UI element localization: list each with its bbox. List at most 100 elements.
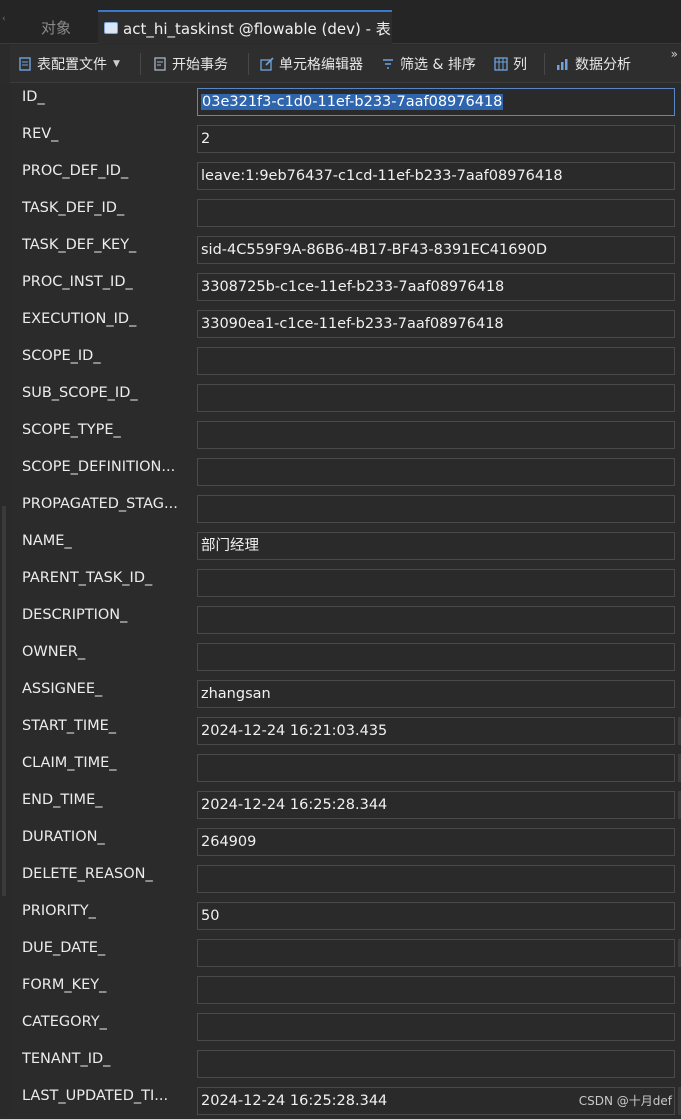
field-value-input[interactable]: 2024-12-24 16:25:28.344 <box>197 791 675 819</box>
field-label: CLAIM_TIME_ <box>22 755 117 771</box>
field-label: SCOPE_DEFINITION... <box>22 459 176 475</box>
field-value-input[interactable]: sid-4C559F9A-86B6-4B17-BF43-8391EC41690D <box>197 236 675 264</box>
field-row: SCOPE_ID_ <box>11 342 681 379</box>
table-config-label: 表配置文件 <box>37 57 107 73</box>
field-label: PRIORITY_ <box>22 903 96 919</box>
filter-sort-icon <box>383 59 393 69</box>
field-row: DURATION_ 264909 <box>11 823 681 860</box>
cell-editor-label: 单元格编辑器 <box>279 57 363 73</box>
field-row: FORM_KEY_ <box>11 971 681 1008</box>
field-row: ID_ 03e321f3-c1d0-11ef-b233-7aaf08976418 <box>11 83 681 120</box>
field-row: START_TIME_ 2024-12-24 16:21:03.435 <box>11 712 681 749</box>
pin-icon: ‹ <box>2 14 6 24</box>
edit-icon <box>260 57 274 71</box>
field-value-input[interactable] <box>197 1050 675 1078</box>
field-value-input[interactable]: 264909 <box>197 828 675 856</box>
field-value-input[interactable]: leave:1:9eb76437-c1cd-11ef-b233-7aaf0897… <box>197 162 675 190</box>
tab-bar: ‹ 对象 act_hi_taskinst @flowable (dev) - 表 <box>0 0 681 44</box>
tab-table-label: act_hi_taskinst @flowable (dev) - 表 <box>123 19 391 38</box>
field-label: PROC_DEF_ID_ <box>22 163 129 179</box>
table-icon <box>104 22 118 34</box>
tab-objects[interactable]: 对象 <box>16 10 96 44</box>
field-row: DELETE_REASON_ <box>11 860 681 897</box>
field-row: PROC_INST_ID_ 3308725b-c1ce-11ef-b233-7aa… <box>11 268 681 305</box>
begin-transaction-button[interactable]: 开始事务 <box>153 54 228 74</box>
field-value-input[interactable] <box>197 643 675 671</box>
more-overflow-icon[interactable]: » <box>671 47 678 61</box>
field-row: TASK_DEF_KEY_ sid-4C559F9A-86B6-4B17-BF43… <box>11 231 681 268</box>
field-value-input[interactable]: 2 <box>197 125 675 153</box>
field-label: START_TIME_ <box>22 718 117 734</box>
filter-sort-label: 筛选 & 排序 <box>400 57 476 73</box>
field-label: SUB_SCOPE_ID_ <box>22 385 138 401</box>
field-row: PROPAGATED_STAG... <box>11 490 681 527</box>
field-value-input[interactable]: 03e321f3-c1d0-11ef-b233-7aaf08976418 <box>197 88 675 116</box>
field-value-input[interactable]: 部门经理 <box>197 532 675 560</box>
chevron-down-icon: ▼ <box>113 59 120 69</box>
field-value-input[interactable] <box>197 754 675 782</box>
field-value-input[interactable] <box>197 495 675 523</box>
field-label: LAST_UPDATED_TI... <box>22 1088 169 1104</box>
field-value-input[interactable] <box>197 1013 675 1041</box>
field-row: PROC_DEF_ID_ leave:1:9eb76437-c1cd-11ef-b… <box>11 157 681 194</box>
field-label: EXECUTION_ID_ <box>22 311 137 327</box>
field-value-input[interactable] <box>197 865 675 893</box>
filter-sort-button[interactable]: 筛选 & 排序 <box>381 54 476 74</box>
field-label: PROPAGATED_STAG... <box>22 496 178 512</box>
field-label: OWNER_ <box>22 644 86 660</box>
chart-icon <box>557 59 568 70</box>
field-value-input[interactable]: 33090ea1-c1ce-11ef-b233-7aaf08976418 <box>197 310 675 338</box>
toolbar: 表配置文件 ▼ 开始事务 单元格编辑器 筛选 & 排序 列 数据分析 » <box>10 45 681 83</box>
field-value-input[interactable]: 50 <box>197 902 675 930</box>
field-value-input[interactable]: 3308725b-c1ce-11ef-b233-7aaf08976418 <box>197 273 675 301</box>
tab-table-act-hi-taskinst[interactable]: act_hi_taskinst @flowable (dev) - 表 <box>98 10 392 44</box>
toolbar-divider <box>544 53 545 75</box>
watermark: CSDN @十月def <box>578 1094 672 1108</box>
field-row: OWNER_ <box>11 638 681 675</box>
field-label: DURATION_ <box>22 829 105 845</box>
begin-transaction-label: 开始事务 <box>172 57 228 73</box>
field-label: REV_ <box>22 126 59 142</box>
field-row: TASK_DEF_ID_ <box>11 194 681 231</box>
field-value-input[interactable]: zhangsan <box>197 680 675 708</box>
cell-editor-button[interactable]: 单元格编辑器 <box>260 54 363 74</box>
field-row: SCOPE_TYPE_ <box>11 416 681 453</box>
field-value-input[interactable] <box>197 347 675 375</box>
document-icon <box>19 57 31 71</box>
field-row: DESCRIPTION_ <box>11 601 681 638</box>
field-value-input[interactable] <box>197 569 675 597</box>
toolbar-divider <box>248 53 249 75</box>
field-value-input[interactable] <box>197 606 675 634</box>
field-label: PROC_INST_ID_ <box>22 274 133 290</box>
field-value-input[interactable] <box>197 199 675 227</box>
field-label: SCOPE_TYPE_ <box>22 422 121 438</box>
field-label: ASSIGNEE_ <box>22 681 103 697</box>
field-label: END_TIME_ <box>22 792 103 808</box>
field-label: NAME_ <box>22 533 72 549</box>
table-config-button[interactable]: 表配置文件 ▼ <box>18 54 120 74</box>
data-analysis-button[interactable]: 数据分析 <box>556 54 631 74</box>
transaction-icon <box>154 57 166 71</box>
record-form: ID_ 03e321f3-c1d0-11ef-b233-7aaf08976418 R… <box>11 83 681 1116</box>
field-row: DUE_DATE_ <box>11 934 681 971</box>
field-value-input[interactable] <box>197 458 675 486</box>
field-value-input[interactable]: 2024-12-24 16:21:03.435 <box>197 717 675 745</box>
columns-icon <box>494 57 508 71</box>
selected-value-text: 03e321f3-c1d0-11ef-b233-7aaf08976418 <box>201 94 504 110</box>
tab-objects-label: 对象 <box>40 18 71 37</box>
field-label: SCOPE_ID_ <box>22 348 101 364</box>
field-label: DELETE_REASON_ <box>22 866 153 882</box>
field-value-input[interactable] <box>197 421 675 449</box>
field-label: TASK_DEF_ID_ <box>22 200 125 216</box>
toolbar-divider <box>140 53 141 75</box>
field-value-input[interactable] <box>197 384 675 412</box>
left-gutter <box>0 83 11 1116</box>
field-row: PARENT_TASK_ID_ <box>11 564 681 601</box>
field-value-input[interactable] <box>197 976 675 1004</box>
field-row: TENANT_ID_ <box>11 1045 681 1082</box>
field-row: REV_ 2 <box>11 120 681 157</box>
field-value-input[interactable] <box>197 939 675 967</box>
gutter-handle[interactable] <box>2 506 6 896</box>
field-row: ASSIGNEE_ zhangsan <box>11 675 681 712</box>
columns-button[interactable]: 列 <box>494 54 527 74</box>
